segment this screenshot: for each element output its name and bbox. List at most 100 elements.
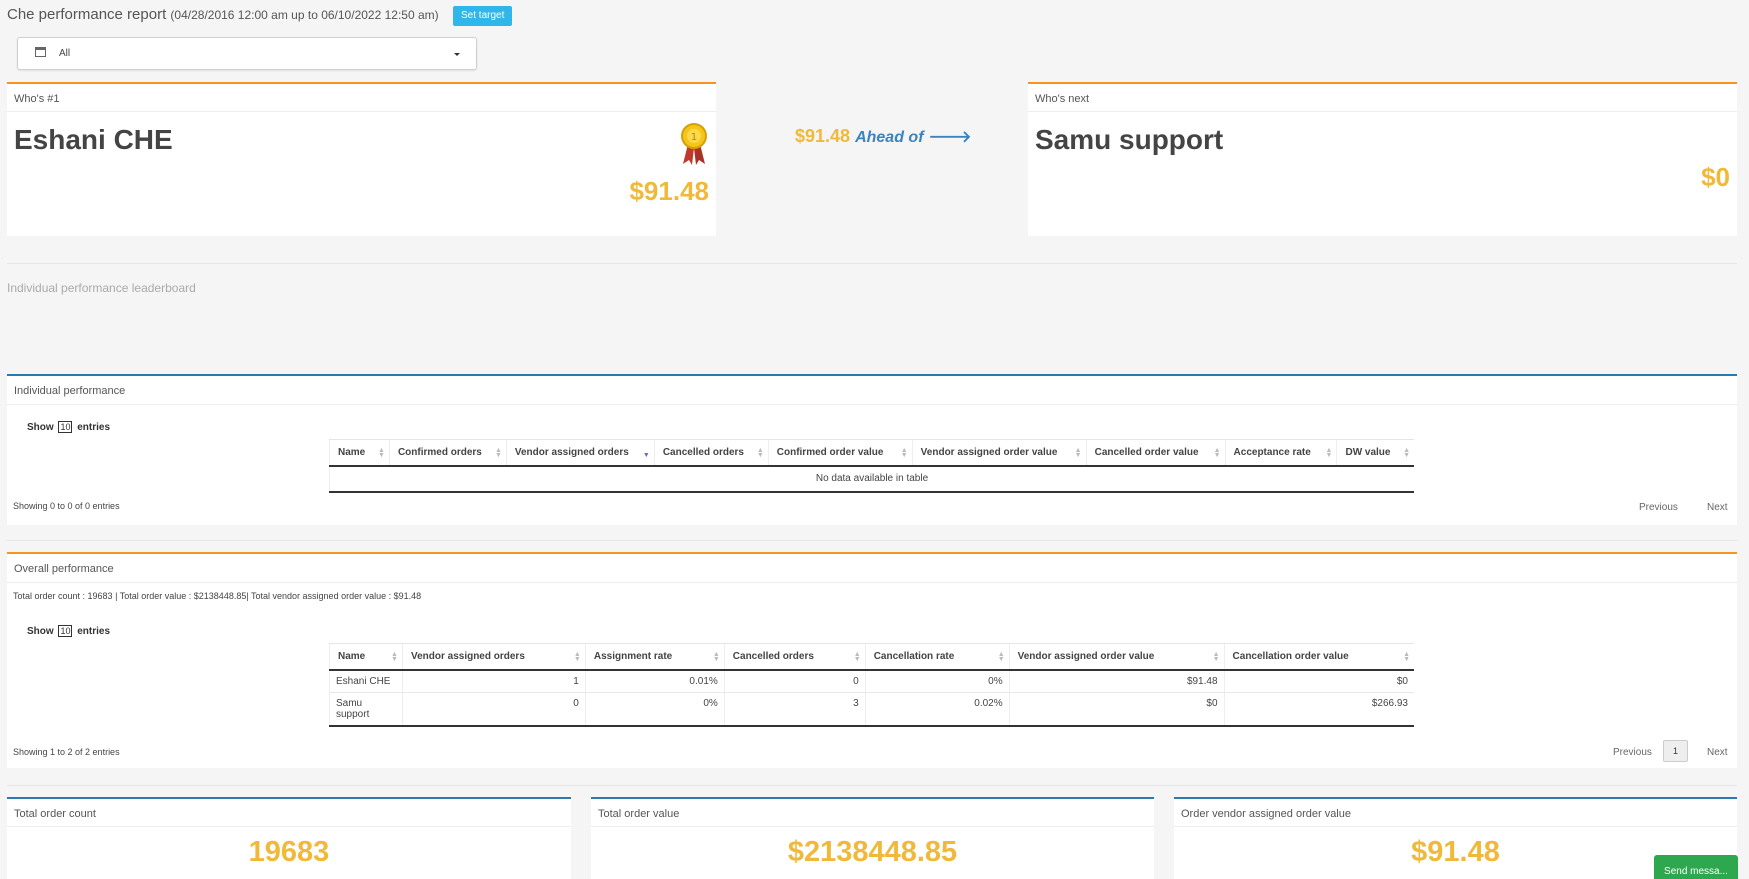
total-order-count-card: Total order count 19683 (7, 797, 571, 879)
date-range-select[interactable]: All (17, 37, 477, 70)
sort-icon: ▲ ▼ (1325, 447, 1333, 459)
column-header[interactable]: Cancelled orders ▲ ▼ (723, 643, 866, 671)
column-header[interactable]: Cancelled order value ▲ ▼ (1085, 439, 1226, 467)
panel-title: Individual performance (14, 385, 126, 397)
caret-down-icon (454, 53, 460, 56)
sort-icon: ▲ ▼ (997, 651, 1005, 663)
column-header-label: DW value (1345, 446, 1391, 458)
cell-vendor-assigned-orders: 0 (401, 692, 586, 727)
cell-cancelled-orders: 0 (723, 669, 866, 693)
column-header[interactable]: Cancelled orders ▲ ▼ (653, 439, 769, 467)
sort-icon: ▲ ▼ (756, 447, 764, 459)
show-label: Show (27, 422, 54, 433)
column-header-label: Cancelled orders (662, 446, 744, 458)
divider (7, 785, 1737, 786)
sort-icon: ▲ ▼ (378, 447, 385, 459)
cell-vendor-assigned-order-value: $0 (1008, 692, 1225, 727)
stat-title: Order vendor assigned order value (1174, 799, 1737, 827)
report-title-text: Che performance report (7, 6, 167, 23)
sort-desc-icon: ▼ (642, 452, 650, 459)
table-info: Showing 1 to 2 of 2 entries (13, 747, 120, 757)
column-header[interactable]: DW value ▲ ▼ (1336, 439, 1414, 467)
column-header-label: Name (338, 650, 366, 662)
sort-icon: ▲ ▼ (853, 651, 861, 663)
cell-vendor-assigned-order-value: $91.48 (1008, 669, 1225, 693)
calendar-icon (35, 47, 46, 57)
set-target-button[interactable]: Set target (453, 6, 513, 26)
top-performer-amount: $91.48 (629, 176, 709, 206)
column-header-label: Name (338, 446, 366, 458)
cell-cancellation-order-value: $0 (1223, 669, 1414, 693)
stat-title: Total order value (591, 799, 1154, 827)
total-order-value-card: Total order value $2138448.85 (591, 797, 1154, 879)
leaderboard-title: Individual performance leaderboard (7, 281, 196, 295)
column-header-label: Vendor assigned orders (410, 650, 525, 662)
column-header[interactable]: Confirmed order value ▲ ▼ (767, 439, 913, 467)
vendor-assigned-order-value-card: Order vendor assigned order value $91.48 (1174, 797, 1737, 879)
divider (7, 263, 1737, 264)
column-header-label: Acceptance rate (1233, 446, 1311, 458)
table-row: Eshani CHE 1 0.01% 0 0% $91.48 $0 (329, 669, 1414, 693)
ahead-label: Ahead of (855, 129, 924, 146)
report-date-range: (04/28/2016 12:00 am up to 06/10/2022 12… (170, 8, 439, 22)
sort-icon: ▲ ▼ (1213, 447, 1221, 459)
cell-vendor-assigned-orders: 1 (401, 669, 586, 693)
column-header[interactable]: Cancellation rate ▲ ▼ (864, 643, 1010, 671)
cell-assignment-rate: 0.01% (584, 669, 725, 693)
medal-icon: 1 (681, 123, 707, 165)
page-length-control: Show 10 entries (27, 625, 110, 637)
page-length-select[interactable]: 10 (58, 625, 73, 637)
column-header[interactable]: Vendor assigned order value ▲ ▼ (911, 439, 1087, 467)
table-info: Showing 0 to 0 of 0 entries (13, 501, 120, 511)
column-header-label: Confirmed orders (397, 446, 482, 458)
next-page-button[interactable]: Next (1707, 747, 1728, 758)
send-message-button[interactable]: Send messa... (1654, 855, 1738, 879)
stat-value: $91.48 (1411, 836, 1500, 868)
column-header-label: Vendor assigned orders (514, 446, 629, 458)
column-header[interactable]: Assignment rate ▲ ▼ (584, 643, 725, 671)
column-header[interactable]: Confirmed orders ▲ ▼ (388, 439, 507, 467)
stat-value: 19683 (248, 836, 330, 868)
previous-page-button[interactable]: Previous (1639, 502, 1678, 513)
date-range-value: All (59, 48, 71, 59)
current-page-button[interactable]: 1 (1663, 740, 1688, 762)
arrow-right-icon: 🡒 (928, 129, 972, 146)
previous-page-button[interactable]: Previous (1613, 747, 1652, 758)
cell-name: Eshani CHE (329, 669, 403, 693)
column-header[interactable]: Vendor assigned order value ▲ ▼ (1008, 643, 1225, 671)
sort-icon: ▲ ▼ (712, 651, 720, 663)
column-header[interactable]: Name ▲ ▼ (329, 439, 390, 467)
next-performer-name: Samu support (1035, 124, 1224, 155)
top-performer-name: Eshani CHE (14, 124, 173, 155)
totals-summary: Total order count : 19683 | Total order … (13, 591, 422, 601)
cell-name: Samu support (329, 692, 403, 727)
column-header-label: Assignment rate (593, 650, 673, 662)
sort-icon: ▲ ▼ (900, 447, 908, 459)
whos-first-heading: Who's #1 (7, 84, 716, 112)
cell-cancellation-order-value: $266.93 (1223, 692, 1414, 727)
cell-cancelled-orders: 3 (723, 692, 866, 727)
column-header[interactable]: Acceptance rate ▲ ▼ (1224, 439, 1337, 467)
column-header-label: Vendor assigned order value (920, 446, 1058, 458)
column-header[interactable]: Vendor assigned orders ▼ (505, 439, 655, 467)
next-page-button[interactable]: Next (1707, 502, 1728, 513)
column-header-label: Confirmed order value (776, 446, 884, 458)
page-title: Che performance report (04/28/2016 12:00… (7, 6, 439, 23)
sort-icon: ▲ ▼ (494, 447, 502, 459)
column-header-label: Cancelled orders (732, 650, 814, 662)
whos-next-heading: Who's next (1028, 84, 1737, 112)
next-performer-amount: $0 (1701, 162, 1730, 192)
stat-value: $2138448.85 (787, 836, 958, 868)
whos-next-card: Who's next Samu support $0 (1028, 82, 1737, 236)
overall-performance-panel: Overall performance Total order count : … (7, 552, 1737, 768)
column-header[interactable]: Vendor assigned orders ▲ ▼ (401, 643, 586, 671)
column-header[interactable]: Name ▲ ▼ (329, 643, 403, 671)
column-header[interactable]: Cancellation order value ▲ ▼ (1223, 643, 1414, 671)
column-header-label: Cancellation order value (1232, 650, 1349, 662)
panel-title: Overall performance (14, 563, 114, 575)
page-length-select[interactable]: 10 (58, 421, 73, 433)
column-header-label: Vendor assigned order value (1017, 650, 1155, 662)
individual-performance-panel: Individual performance Show 10 entries N… (7, 374, 1737, 525)
panel-divider (7, 582, 1737, 583)
table-row: Samu support 0 0% 3 0.02% $0 $266.93 (329, 692, 1414, 727)
